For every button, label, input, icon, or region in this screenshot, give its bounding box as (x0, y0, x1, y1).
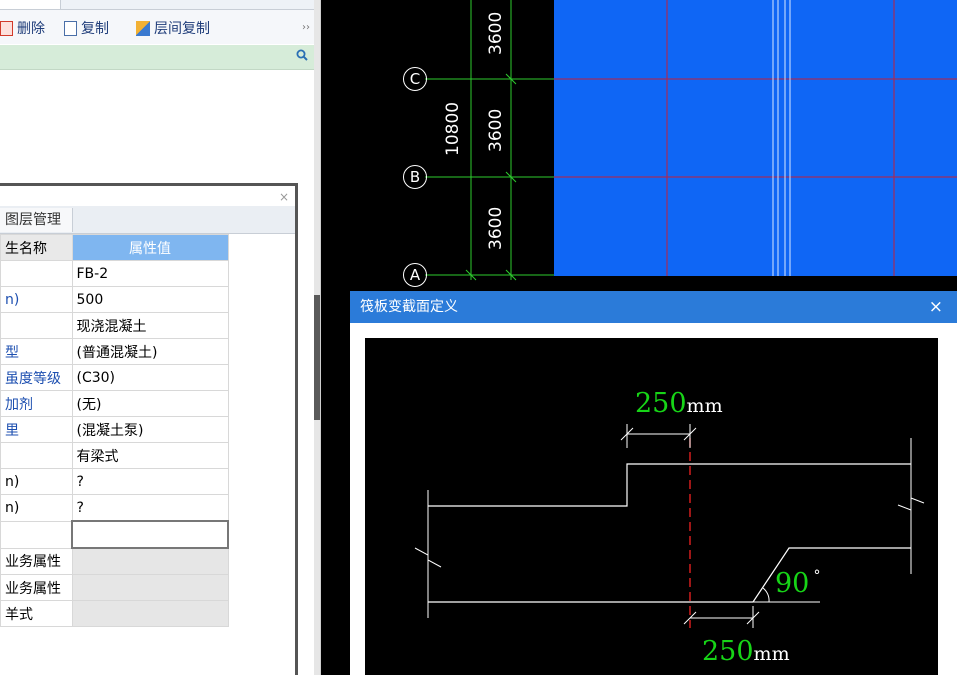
grid-lines (425, 0, 957, 281)
top-width-field[interactable]: 250mm (635, 388, 723, 419)
dialog-title: 筏板变截面定义 (360, 299, 458, 315)
angle-field[interactable]: 90 ° (775, 568, 821, 599)
prop-value[interactable]: 500 (71, 286, 229, 313)
bottom-width-value[interactable]: 250 (702, 636, 754, 667)
prop-value[interactable]: (混凝土泵) (71, 416, 229, 443)
dim-text: 3600 (486, 108, 506, 152)
axis-label-c[interactable]: C (403, 67, 427, 91)
panel-tab-strip (0, 0, 314, 10)
prop-value[interactable] (71, 574, 229, 601)
table-row[interactable]: 型 (普通混凝土) (0, 338, 229, 365)
table-row[interactable]: n)? (0, 494, 229, 522)
properties-table: 生名称 属性值 FB-2 n) 500 现浇混凝土 型 (普通混凝土) 虽度等级 (C… (0, 234, 229, 627)
search-icon[interactable] (296, 49, 308, 65)
table-row[interactable]: 羊式 (0, 600, 229, 627)
copy-button[interactable]: 复制 (64, 18, 109, 38)
prop-value[interactable]: (无) (71, 390, 229, 417)
prop-name: 羊式 (0, 600, 73, 627)
prop-name (0, 312, 73, 339)
table-row[interactable]: 里 (混凝土泵) (0, 416, 229, 443)
tab-layer-management[interactable]: 图层管理 (0, 208, 73, 232)
search-bar[interactable] (0, 45, 314, 70)
dim-text: 3600 (486, 11, 506, 55)
dialog-titlebar[interactable]: 筏板变截面定义 × (350, 291, 957, 323)
axis-label-a[interactable]: A (403, 263, 427, 287)
copy-label: 复制 (81, 21, 109, 37)
header-value: 属性值 (71, 234, 229, 261)
table-row[interactable]: 有梁式 (0, 442, 229, 469)
prop-value[interactable]: 有梁式 (71, 442, 229, 469)
top-width-value[interactable]: 250 (635, 388, 687, 419)
delete-button[interactable]: 删除 (0, 18, 45, 38)
bottom-width-unit: mm (753, 643, 790, 665)
angle-unit: ° (813, 568, 821, 584)
raft-section-dialog: 筏板变截面定义 × 250mm 90 ° 250mm (350, 291, 957, 675)
prop-value-editor[interactable] (71, 520, 229, 549)
table-row[interactable]: FB-2 (0, 260, 229, 287)
table-row[interactable]: 虽度等级 (C30) (0, 364, 229, 391)
prop-name: 业务属性 (0, 574, 73, 601)
prop-value[interactable]: ? (71, 468, 229, 495)
prop-value[interactable]: ? (71, 494, 229, 522)
toolbar-overflow-icon[interactable]: ›› (302, 22, 310, 33)
prop-value[interactable] (71, 547, 229, 575)
bottom-width-field[interactable]: 250mm (702, 636, 790, 667)
prop-name: 加剂 (0, 390, 73, 417)
delete-label: 删除 (17, 21, 45, 37)
table-row[interactable]: 现浇混凝土 (0, 312, 229, 339)
prop-name: n) (0, 494, 73, 522)
table-row[interactable]: n)? (0, 468, 229, 495)
table-header: 生名称 属性值 (0, 234, 229, 261)
left-panel: 删除 复制 层间复制 ›› × 图层管理 生名称 属性值 FB-2 n) 500 … (0, 0, 314, 675)
prop-name: 业务属性 (0, 547, 73, 575)
angle-value[interactable]: 90 (775, 568, 809, 599)
dim-text: 3600 (486, 206, 506, 250)
table-row[interactable]: n) 500 (0, 286, 229, 313)
axis-label-b[interactable]: B (403, 165, 427, 189)
table-row[interactable] (0, 520, 229, 549)
prop-name: n) (0, 468, 73, 495)
splitter-grip[interactable] (314, 295, 320, 420)
prop-value[interactable] (71, 600, 229, 627)
prop-name: 虽度等级 (0, 364, 73, 391)
copy-icon (64, 20, 77, 36)
component-toolbar: 删除 复制 层间复制 ›› (0, 10, 314, 44)
table-row[interactable]: 业务属性 (0, 574, 229, 601)
prop-name: n) (0, 286, 73, 313)
table-row[interactable]: 业务属性 (0, 547, 229, 575)
prop-name: 里 (0, 416, 73, 443)
table-row[interactable]: 加剂 (无) (0, 390, 229, 417)
layer-copy-icon (136, 20, 150, 36)
prop-name: 型 (0, 338, 73, 365)
dim-total-text: 10800 (443, 101, 463, 156)
panel-splitter[interactable] (314, 0, 321, 675)
prop-value[interactable]: (C30) (71, 364, 229, 391)
top-width-unit: mm (686, 395, 723, 417)
close-icon[interactable]: × (279, 190, 289, 204)
properties-tabs: 图层管理 (0, 206, 295, 234)
prop-name (0, 442, 73, 469)
panel-tab[interactable] (0, 0, 61, 9)
prop-name (0, 260, 73, 287)
section-preview: 250mm 90 ° 250mm (365, 338, 938, 675)
delete-icon (0, 20, 13, 36)
layer-copy-label: 层间复制 (154, 21, 210, 37)
layer-copy-button[interactable]: 层间复制 (136, 18, 210, 38)
close-icon[interactable]: × (929, 291, 943, 323)
prop-value[interactable]: FB-2 (71, 260, 229, 287)
header-name: 生名称 (0, 234, 73, 261)
prop-value[interactable]: (普通混凝土) (71, 338, 229, 365)
prop-name (0, 520, 73, 549)
tab-label: 图层管理 (5, 212, 61, 228)
prop-value[interactable]: 现浇混凝土 (71, 312, 229, 339)
properties-window: × 图层管理 生名称 属性值 FB-2 n) 500 现浇混凝土 型 (普通混凝土)… (0, 183, 298, 675)
